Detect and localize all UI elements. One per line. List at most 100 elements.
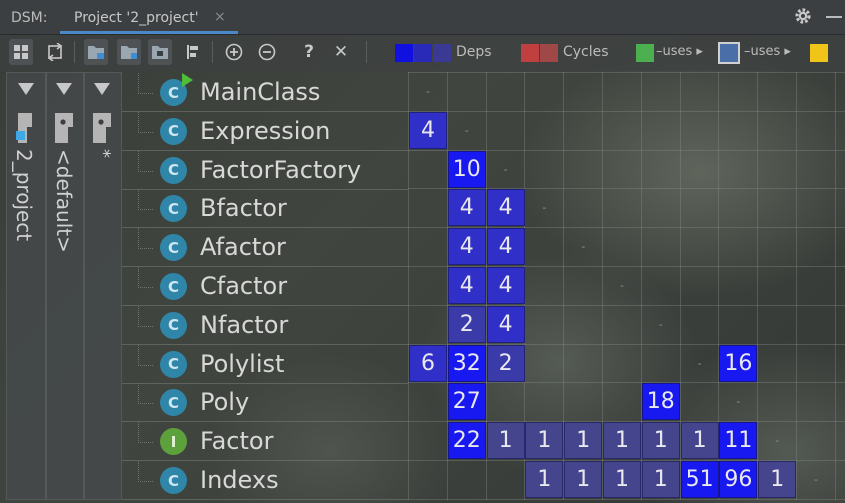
default-package-label: <default> bbox=[52, 149, 76, 253]
class-row-cfactor[interactable]: C Cfactor bbox=[122, 267, 408, 306]
matrix-dependency-cell[interactable]: 4 bbox=[486, 305, 525, 343]
class-icon: C bbox=[160, 156, 187, 184]
matrix-diagonal-cell[interactable]: - bbox=[642, 306, 680, 343]
matrix-dependency-cell[interactable]: 1 bbox=[564, 422, 603, 460]
class-row-factorfactory[interactable]: C FactorFactory bbox=[122, 150, 408, 190]
tree-connector bbox=[138, 189, 153, 211]
matrix-dependency-cell[interactable]: 4 bbox=[447, 189, 486, 227]
hierarchy-column-star[interactable]: * bbox=[84, 72, 122, 500]
matrix-dependency-cell[interactable]: 4 bbox=[486, 189, 525, 227]
matrix-dependency-cell[interactable]: 10 bbox=[447, 150, 486, 188]
toolbar-separator bbox=[74, 41, 75, 63]
matrix-dependency-cell[interactable]: 1 bbox=[603, 461, 641, 498]
tree-connector bbox=[138, 305, 153, 327]
matrix-diagonal-cell[interactable]: - bbox=[409, 73, 447, 110]
class-row-poly[interactable]: C Poly bbox=[122, 383, 408, 423]
class-icon: C bbox=[160, 467, 187, 494]
matrix-dependency-cell[interactable]: 22 bbox=[447, 422, 486, 460]
hierarchy-icon[interactable] bbox=[181, 39, 205, 65]
swap-icon[interactable] bbox=[43, 39, 67, 65]
toolbar-separator bbox=[212, 41, 213, 63]
uses-blue-box-swatch bbox=[718, 42, 740, 64]
matrix-diagonal-cell[interactable]: - bbox=[797, 461, 835, 498]
matrix-dependency-cell[interactable]: 11 bbox=[719, 422, 758, 460]
uses-green-swatch bbox=[636, 44, 654, 62]
class-icon: C bbox=[160, 195, 187, 223]
tree-connector bbox=[138, 461, 153, 482]
gear-icon[interactable] bbox=[793, 6, 813, 26]
matrix-dependency-cell[interactable]: 16 bbox=[719, 344, 758, 382]
grid-view-icon[interactable] bbox=[9, 39, 33, 65]
matrix-diagonal-cell[interactable]: - bbox=[603, 267, 641, 304]
matrix-dependency-cell[interactable]: 96 bbox=[719, 461, 758, 498]
tab-project-label: Project '2_project' bbox=[74, 10, 199, 26]
matrix-dependency-cell[interactable]: 32 bbox=[447, 344, 486, 382]
class-row-polylist[interactable]: C Polylist bbox=[122, 344, 408, 384]
expand-triangle-icon[interactable] bbox=[94, 83, 110, 95]
class-row-indexs[interactable]: C Indexs bbox=[122, 461, 408, 500]
deps-legend-label: Deps bbox=[456, 44, 492, 60]
expand-triangle-icon[interactable] bbox=[18, 83, 34, 95]
matrix-diagonal-cell[interactable]: - bbox=[564, 228, 602, 265]
close-icon[interactable]: ✕ bbox=[329, 39, 353, 65]
star-label: * bbox=[93, 149, 114, 158]
help-icon[interactable]: ? bbox=[297, 39, 321, 65]
matrix-diagonal-cell[interactable]: - bbox=[758, 422, 796, 459]
tree-connector bbox=[138, 73, 153, 94]
class-icon: C bbox=[160, 273, 187, 300]
matrix-diagonal-cell[interactable]: - bbox=[448, 112, 486, 149]
module-folder-icon[interactable] bbox=[148, 39, 172, 65]
matrix-dependency-cell[interactable]: 2 bbox=[447, 305, 486, 343]
minimize-icon[interactable] bbox=[826, 16, 842, 18]
class-name-label: Polylist bbox=[200, 349, 285, 378]
run-marker-icon bbox=[182, 73, 193, 87]
tree-connector bbox=[138, 111, 153, 133]
class-icon: C bbox=[160, 311, 187, 339]
matrix-dependency-cell[interactable]: 4 bbox=[486, 228, 525, 266]
matrix-dependency-cell[interactable]: 51 bbox=[680, 461, 719, 498]
matrix-dependency-cell[interactable]: 1 bbox=[525, 461, 564, 498]
matrix-dependency-cell[interactable]: 1 bbox=[641, 422, 680, 460]
matrix-dependency-cell[interactable]: 4 bbox=[447, 228, 486, 266]
collapse-minus-icon[interactable] bbox=[255, 39, 279, 65]
class-row-afactor[interactable]: C Afactor bbox=[122, 228, 408, 268]
matrix-dependency-cell[interactable]: 1 bbox=[680, 422, 719, 460]
hierarchy-column-default[interactable]: <default> bbox=[46, 72, 84, 500]
matrix-dependency-cell[interactable]: 1 bbox=[641, 461, 680, 498]
tab-close-icon[interactable]: × bbox=[214, 9, 226, 25]
package-tree-icon[interactable] bbox=[84, 39, 108, 65]
class-name-label: MainClass bbox=[200, 78, 321, 106]
cycles-swatch-1 bbox=[521, 44, 539, 62]
matrix-diagonal-cell[interactable]: - bbox=[681, 345, 719, 382]
expand-triangle-icon[interactable] bbox=[56, 83, 72, 95]
toolbar-separator bbox=[366, 41, 367, 63]
matrix-dependency-cell[interactable]: 18 bbox=[641, 383, 680, 421]
matrix-diagonal-cell[interactable]: - bbox=[487, 151, 525, 188]
matrix-dependency-cell[interactable]: 2 bbox=[486, 344, 525, 382]
matrix-diagonal-cell[interactable]: - bbox=[719, 383, 757, 420]
hierarchy-column-project[interactable]: 2_project bbox=[6, 72, 46, 500]
tab-project[interactable]: Project '2_project' × bbox=[60, 0, 238, 34]
matrix-dependency-cell[interactable]: 1 bbox=[603, 422, 641, 460]
matrix-diagonal-cell[interactable]: - bbox=[525, 189, 563, 226]
class-row-mainclass[interactable]: C MainClass bbox=[122, 73, 408, 112]
matrix-dependency-cell[interactable]: 1 bbox=[486, 422, 525, 460]
matrix-dependency-cell[interactable]: 4 bbox=[486, 267, 525, 304]
class-row-bfactor[interactable]: C Bfactor bbox=[122, 189, 408, 229]
matrix-dependency-cell[interactable]: 6 bbox=[409, 344, 447, 382]
matrix-dependency-cell[interactable]: 1 bbox=[564, 461, 603, 498]
tree-connector bbox=[138, 228, 153, 250]
expand-plus-icon[interactable] bbox=[222, 39, 246, 65]
matrix-dependency-cell[interactable]: 27 bbox=[447, 383, 486, 421]
matrix-dependency-cell[interactable]: 4 bbox=[447, 267, 486, 304]
matrix-dependency-cell[interactable]: 1 bbox=[525, 422, 564, 460]
matrix-dependency-cell[interactable]: 1 bbox=[758, 461, 797, 498]
tree-connector bbox=[138, 344, 153, 366]
matrix-dependency-cell[interactable]: 4 bbox=[409, 111, 447, 149]
class-row-factor[interactable]: I Factor bbox=[122, 422, 408, 462]
flatten-packages-icon[interactable] bbox=[117, 39, 141, 65]
class-row-nfactor[interactable]: C Nfactor bbox=[122, 305, 408, 345]
deps-swatch-3 bbox=[433, 44, 451, 62]
deps-swatch-2 bbox=[414, 44, 432, 62]
class-row-expression[interactable]: C Expression bbox=[122, 111, 408, 151]
